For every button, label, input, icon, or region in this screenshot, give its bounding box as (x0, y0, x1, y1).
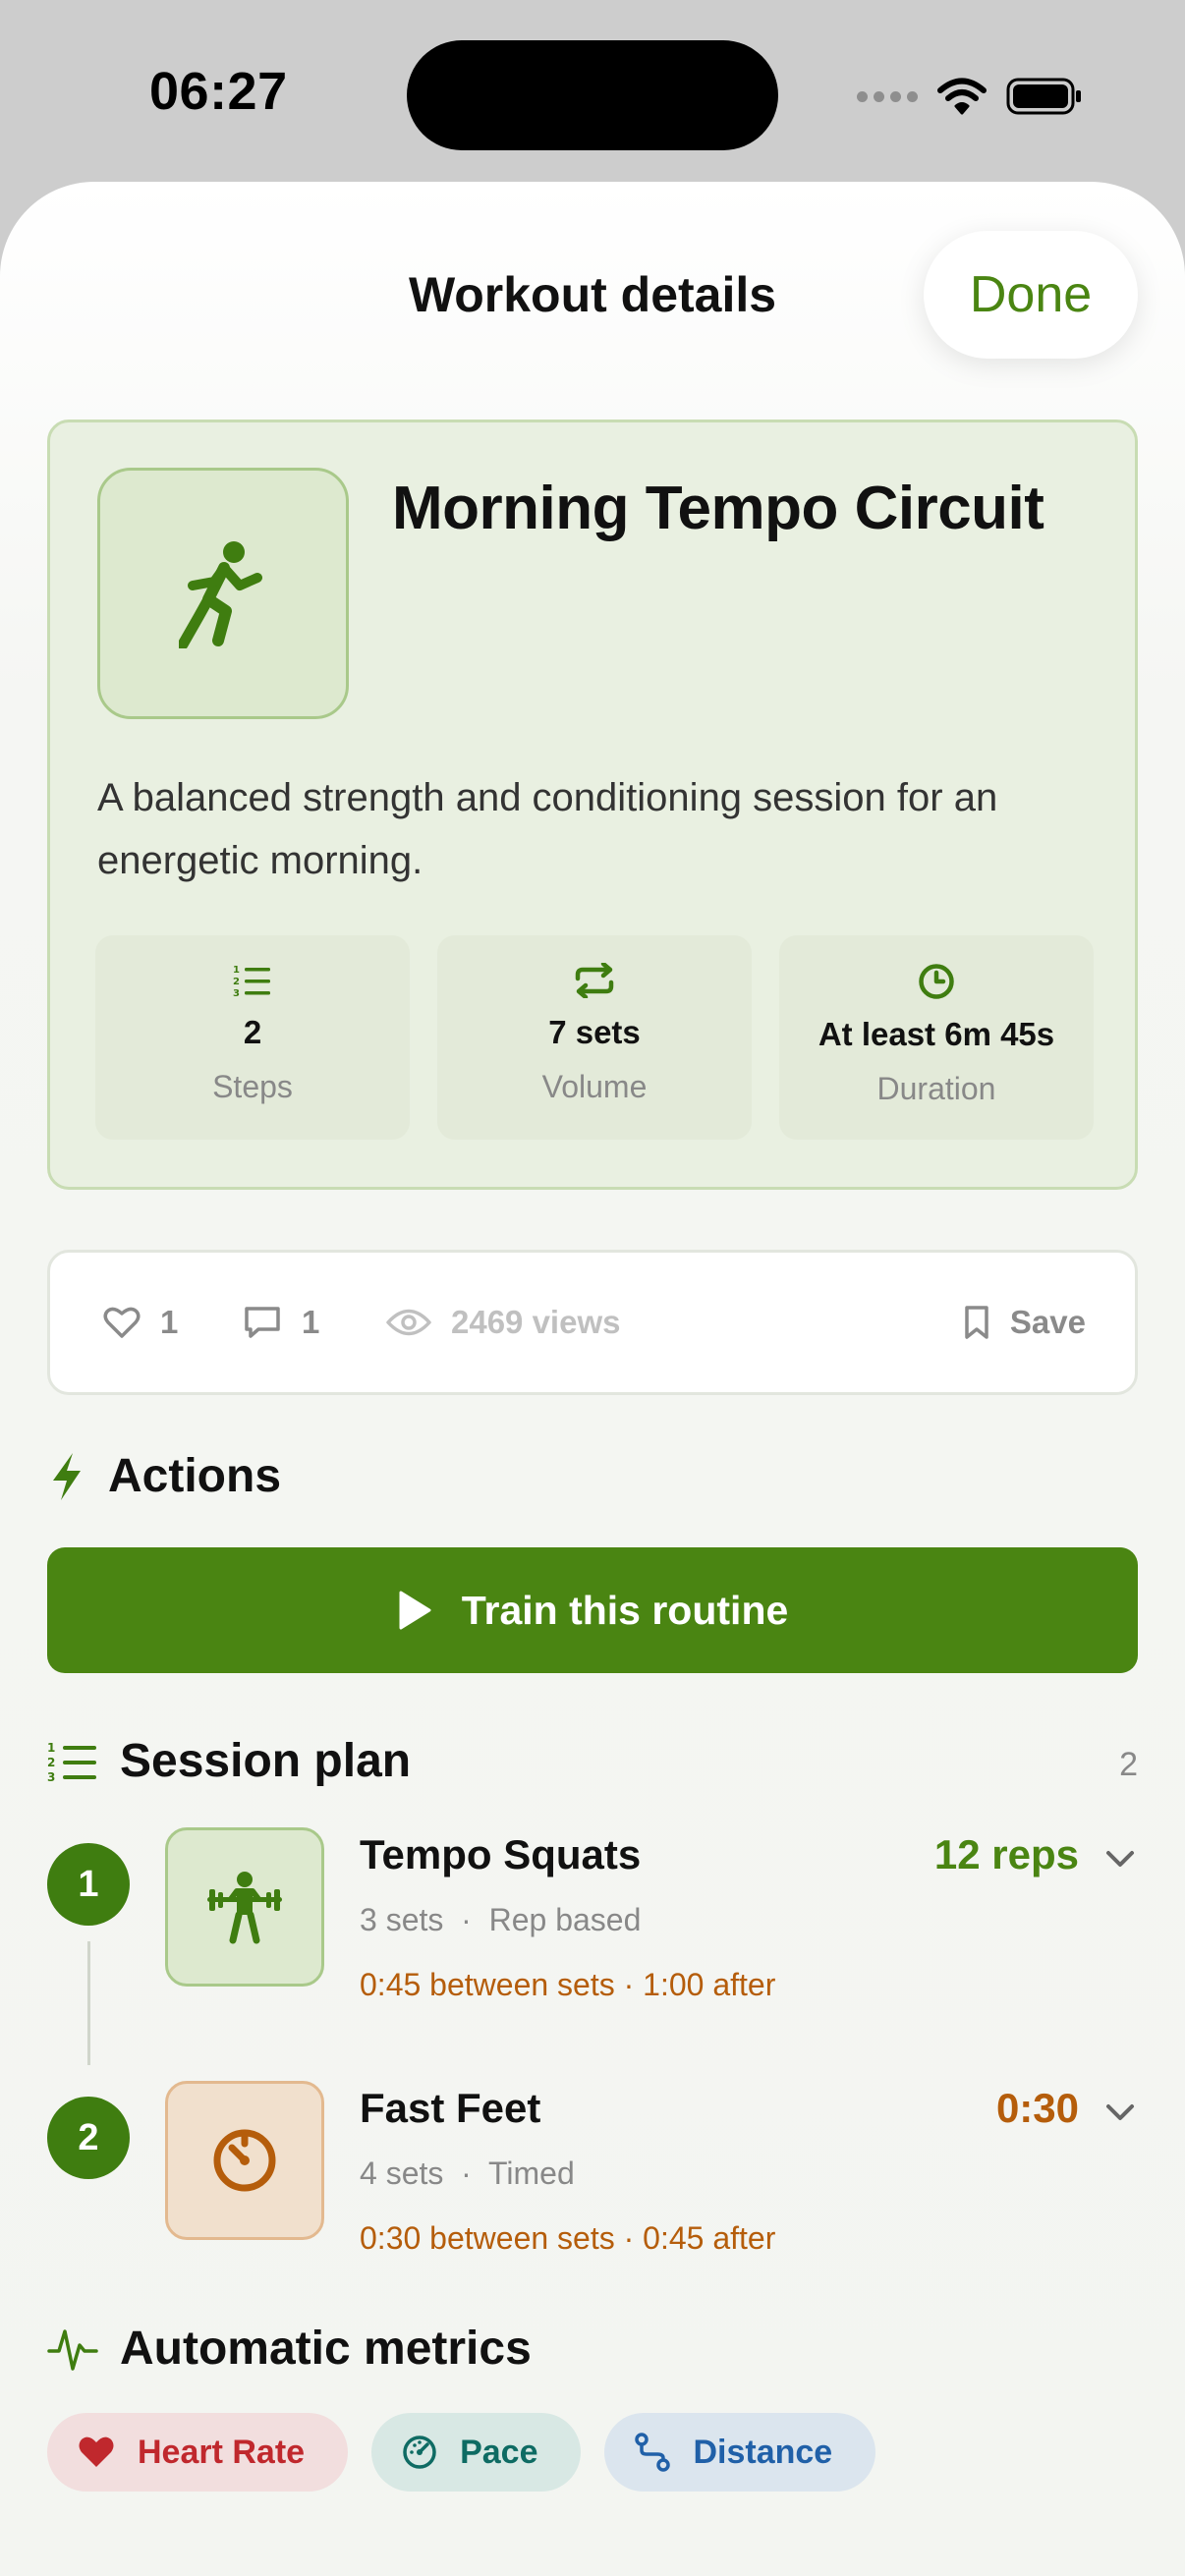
wifi-icon (937, 78, 987, 115)
comment-count: 1 (302, 1304, 320, 1340)
step-connector (87, 1941, 90, 2065)
lightning-icon (53, 1452, 81, 1500)
play-icon (399, 1591, 431, 1630)
chip-heart-rate[interactable]: Heart Rate (47, 2413, 349, 2492)
svg-text:2: 2 (233, 977, 240, 987)
actions-section-header: Actions (47, 1449, 281, 1503)
step-rest: 0:30 between sets · 0:45 after (360, 2220, 776, 2256)
eye-icon (386, 1309, 431, 1336)
svg-text:3: 3 (47, 1770, 55, 1783)
step-sets: 4 sets (360, 2156, 444, 2191)
workout-title: Morning Tempo Circuit (392, 475, 1044, 542)
svg-text:1: 1 (233, 965, 240, 976)
social-bar: 1 1 2469 views Save (47, 1250, 1138, 1395)
clock-icon (919, 964, 954, 999)
heart-outline-icon (103, 1307, 141, 1338)
svg-text:3: 3 (233, 988, 240, 998)
chip-pace[interactable]: Pace (371, 2413, 582, 2492)
svg-text:2: 2 (47, 1756, 55, 1769)
dynamic-island (407, 40, 778, 150)
metric-chips: Heart Rate Pace Distance (47, 2413, 876, 2492)
status-indicators (857, 73, 1083, 120)
numbered-list-icon: 1 2 3 (47, 1741, 96, 1783)
speedometer-icon (403, 2436, 436, 2469)
metrics-title: Automatic metrics (120, 2323, 532, 2375)
step-name: Fast Feet (360, 2085, 541, 2131)
step-sets: 3 sets (360, 1902, 444, 1937)
workout-description: A balanced strength and conditioning ses… (97, 776, 998, 882)
route-icon (635, 2433, 671, 2472)
step-number-badge: 2 (47, 2097, 130, 2179)
stat-label: Steps (212, 1069, 293, 1104)
session-plan-title: Session plan (120, 1735, 412, 1787)
actions-title: Actions (108, 1450, 282, 1502)
stat-label: Volume (541, 1069, 648, 1104)
comment-button[interactable]: 1 (243, 1253, 319, 1392)
workout-details-sheet: Workout details Done Morning Tempo Circu… (0, 182, 1185, 2576)
chevron-down-icon[interactable] (1102, 2095, 1138, 2130)
step-mode: Timed (488, 2156, 575, 2191)
stat-value: At least 6m 45s (818, 1016, 1055, 1052)
heart-icon (79, 2436, 114, 2467)
chip-label: Distance (693, 2433, 833, 2471)
session-plan-header: 1 2 3 Session plan (47, 1734, 411, 1788)
train-routine-button[interactable]: Train this routine (47, 1547, 1138, 1673)
metrics-section-header: Automatic metrics (47, 2322, 532, 2376)
step-target: 12 reps (933, 1831, 1079, 1877)
step-number-badge: 1 (47, 1843, 130, 1926)
stat-steps: 1 2 3 2 Steps (95, 935, 410, 1140)
svg-text:1: 1 (47, 1741, 55, 1755)
battery-icon (1006, 78, 1081, 115)
views-count: 2469 views (451, 1304, 621, 1340)
stat-label: Duration (876, 1071, 996, 1106)
stat-value: 7 sets (548, 1014, 641, 1050)
chip-label: Pace (460, 2433, 538, 2471)
bookmark-icon (965, 1306, 988, 1339)
comment-icon (245, 1307, 280, 1338)
timer-icon (165, 2081, 324, 2240)
cellular-signal-icon (857, 90, 918, 102)
workout-summary-card: Morning Tempo Circuit A balanced strengt… (47, 420, 1138, 1190)
train-routine-label: Train this routine (461, 1587, 789, 1633)
save-button[interactable]: Save (963, 1253, 1086, 1392)
like-count: 1 (160, 1304, 179, 1340)
stat-duration: At least 6m 45s Duration (779, 935, 1094, 1140)
stat-volume: 7 sets Volume (437, 935, 752, 1140)
save-label: Save (1009, 1304, 1086, 1340)
like-button[interactable]: 1 (103, 1253, 178, 1392)
views-counter: 2469 views (386, 1253, 620, 1392)
step-name: Tempo Squats (360, 1831, 642, 1877)
step-mode: Rep based (488, 1902, 642, 1937)
session-plan-count: 2 (1119, 1746, 1138, 1783)
stat-value: 2 (243, 1014, 262, 1050)
session-step[interactable]: 2 Fast Feet 4 sets · Timed 0:30 between … (47, 2081, 1138, 2307)
meta-separator: · (443, 2156, 489, 2191)
status-time: 06:27 (149, 62, 288, 121)
step-rest: 0:45 between sets · 1:00 after (360, 1967, 776, 2002)
chip-distance[interactable]: Distance (604, 2413, 876, 2492)
step-meta: 3 sets · Rep based (360, 1902, 641, 1938)
session-step[interactable]: 1 Tempo Squats 3 sets · Rep based 0:45 b… (47, 1827, 1138, 2065)
workout-stats: 1 2 3 2 Steps 7 sets Volume At least 6m … (95, 935, 1094, 1140)
repeat-icon (575, 963, 614, 998)
running-icon (97, 468, 349, 719)
step-meta: 4 sets · Timed (360, 2156, 575, 2192)
pulse-icon (47, 2328, 98, 2371)
status-bar: 06:27 (0, 0, 1185, 187)
chip-label: Heart Rate (138, 2433, 306, 2471)
meta-separator: · (443, 1902, 489, 1937)
done-button[interactable]: Done (924, 231, 1138, 359)
weightlifting-icon (165, 1827, 324, 1987)
numbered-list-icon: 1 2 3 (233, 965, 270, 998)
step-target: 0:30 (995, 2085, 1079, 2131)
chevron-down-icon[interactable] (1102, 1841, 1138, 1876)
sheet-header: Workout details Done (0, 182, 1185, 408)
